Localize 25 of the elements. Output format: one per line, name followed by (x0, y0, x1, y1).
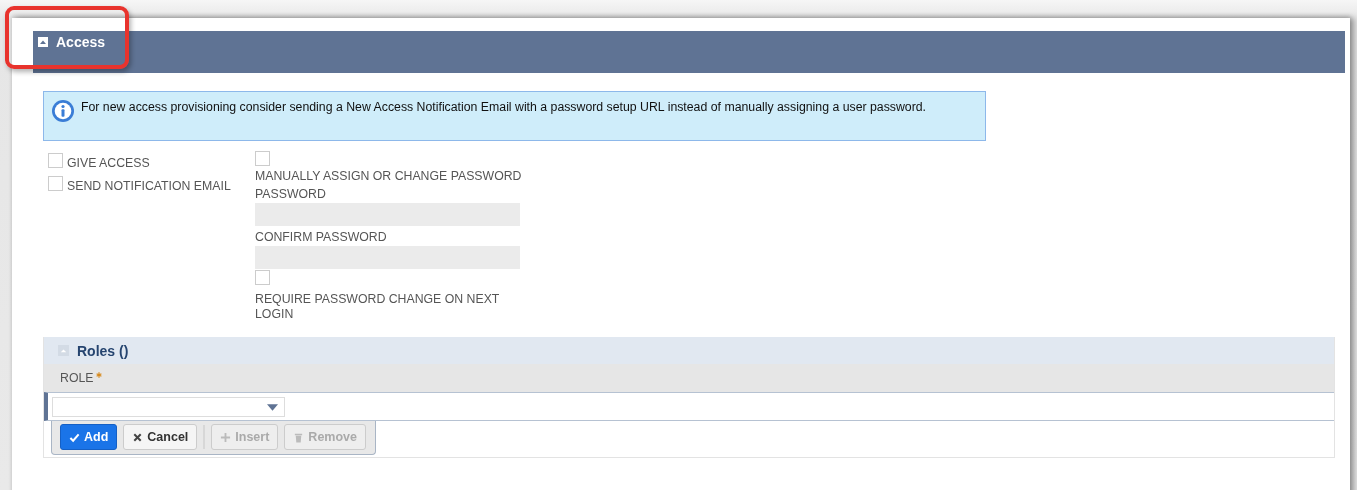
caret-icon (267, 403, 278, 411)
checkbox-label: GIVE ACCESS (67, 156, 150, 170)
column-label: ROLE (60, 371, 94, 385)
section-title: Access (56, 34, 106, 50)
info-message: For new access provisioning consider sending a New Access Notification Email with a password setup URL instead of manually assigning a user password. (81, 100, 928, 115)
close-icon (132, 431, 144, 443)
collapse-toggle[interactable] (38, 37, 48, 47)
field-label: CONFIRM PASSWORD (255, 230, 387, 244)
field-label: PASSWORD (255, 187, 326, 201)
trash-icon (293, 431, 305, 443)
checkbox[interactable] (48, 153, 63, 168)
role-dropdown[interactable] (52, 396, 285, 417)
checkbox[interactable] (255, 151, 270, 166)
plus-icon (220, 431, 232, 443)
info-icon (51, 99, 75, 123)
collapse-toggle[interactable] (58, 345, 69, 356)
cancel-button[interactable]: Cancel (123, 424, 198, 450)
checkbox-label: MANUALLY ASSIGN OR CHANGE PASSWORD (255, 169, 522, 183)
check-icon (69, 431, 80, 443)
checkbox[interactable] (255, 270, 270, 285)
checkbox-label: REQUIRE PASSWORD CHANGE ON NEXT LOGIN (255, 292, 501, 322)
add-button[interactable]: Add (60, 424, 118, 450)
roles-title: Roles () (77, 342, 129, 359)
checkbox-label: SEND NOTIFICATION EMAIL (67, 179, 231, 193)
checkbox[interactable] (48, 176, 63, 191)
